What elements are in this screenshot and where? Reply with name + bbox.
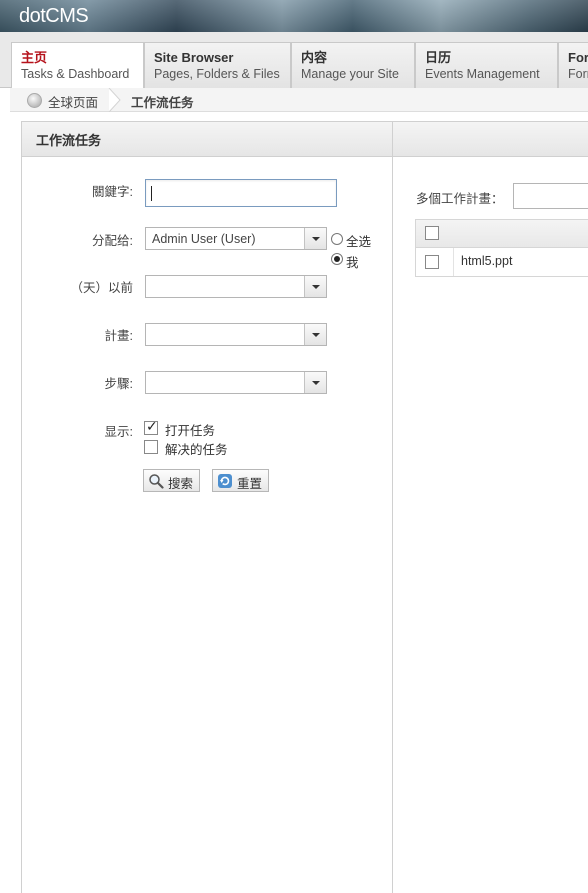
text-caret: [151, 186, 152, 201]
tab-content[interactable]: 内容 Manage your Site: [291, 42, 415, 88]
assigned-to-label: 分配给:: [92, 234, 133, 248]
column-divider: [453, 248, 454, 276]
radio-all-label: 全选: [346, 235, 372, 249]
days-ago-select[interactable]: [145, 275, 327, 298]
show-open-checkbox[interactable]: [144, 419, 158, 435]
refresh-icon: [218, 474, 232, 488]
dotcms-logo[interactable]: dotCMS: [19, 5, 89, 28]
show-open-label: 打开任务: [165, 424, 216, 438]
keyword-input[interactable]: [145, 179, 337, 207]
days-ago-label: （天）以前: [70, 281, 133, 295]
filter-panel-title: 工作流任务: [22, 122, 392, 157]
reset-button-label: 重置: [237, 477, 263, 491]
chevron-down-icon[interactable]: [304, 372, 326, 393]
tab-forms-subtitle: Form: [568, 67, 588, 81]
assigned-to-value: Admin User (User): [152, 232, 256, 246]
tab-content-subtitle: Manage your Site: [301, 67, 399, 81]
multi-scheme-input[interactable]: [513, 183, 588, 209]
tab-home-subtitle: Tasks & Dashboard: [21, 67, 130, 81]
tab-home[interactable]: 主页 Tasks & Dashboard: [11, 42, 144, 89]
tab-forms-title: For: [568, 50, 588, 65]
tab-home-title: 主页: [21, 50, 48, 65]
globe-icon: [27, 93, 42, 108]
results-panel-header: [393, 122, 588, 157]
breadcrumb: 全球页面 工作流任务: [10, 88, 588, 112]
magnifier-icon: [149, 474, 164, 489]
tab-calendar[interactable]: 日历 Events Management: [415, 42, 558, 88]
chevron-down-icon[interactable]: [304, 228, 326, 249]
scheme-label: 計畫:: [104, 329, 133, 343]
search-button[interactable]: 搜索: [143, 469, 201, 492]
scheme-select[interactable]: [145, 323, 327, 346]
tab-site-browser-title: Site Browser: [154, 50, 234, 65]
main-nav-tabs: 主页 Tasks & Dashboard Site Browser Pages,…: [0, 32, 588, 89]
task-name[interactable]: html5.ppt: [461, 254, 512, 268]
show-resolved-label: 解决的任务: [165, 443, 228, 457]
breadcrumb-home[interactable]: 全球页面: [48, 92, 98, 111]
radio-me[interactable]: [331, 253, 343, 265]
chevron-down-icon[interactable]: [304, 324, 326, 345]
tab-forms[interactable]: For Form: [558, 42, 588, 88]
multi-scheme-label: 多個工作計畫：: [416, 192, 504, 206]
tab-site-browser[interactable]: Site Browser Pages, Folders & Files: [144, 42, 291, 88]
tab-site-browser-subtitle: Pages, Folders & Files: [154, 67, 280, 81]
assigned-to-select[interactable]: Admin User (User): [145, 227, 327, 250]
breadcrumb-separator-icon: [108, 88, 121, 112]
chevron-down-icon[interactable]: [304, 276, 326, 297]
radio-me-label: 我: [346, 256, 359, 270]
keyword-label: 關鍵字:: [92, 185, 133, 199]
task-table: html5.ppt: [415, 219, 588, 277]
search-button-label: 搜索: [168, 477, 194, 491]
radio-all[interactable]: [331, 233, 343, 245]
step-select[interactable]: [145, 371, 327, 394]
step-label: 步驟:: [104, 377, 133, 391]
reset-button[interactable]: 重置: [212, 469, 270, 492]
tab-content-title: 内容: [301, 50, 328, 65]
breadcrumb-current: 工作流任务: [131, 96, 194, 110]
row-checkbox[interactable]: [425, 255, 439, 269]
tab-calendar-title: 日历: [425, 50, 452, 65]
select-all-checkbox[interactable]: [425, 226, 439, 240]
top-banner: dotCMS: [0, 0, 588, 32]
tab-calendar-subtitle: Events Management: [425, 67, 540, 81]
show-label: 显示:: [104, 425, 133, 439]
show-resolved-checkbox[interactable]: [144, 440, 158, 454]
table-header: [416, 220, 588, 248]
table-row[interactable]: html5.ppt: [416, 248, 588, 276]
